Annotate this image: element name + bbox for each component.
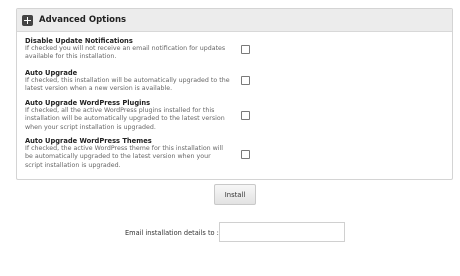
auto-upgrade-themes-checkbox[interactable]: [241, 150, 250, 159]
auto-upgrade-checkbox[interactable]: [241, 76, 250, 85]
expand-plus-icon[interactable]: [22, 14, 33, 26]
option-desc-line: latest version when a new version is ava…: [25, 85, 173, 93]
disable-update-notifications-checkbox[interactable]: [241, 45, 250, 54]
advanced-options-header[interactable]: Advanced Options: [17, 9, 452, 32]
option-description: If checked, the active WordPress theme f…: [25, 145, 250, 170]
option-desc-line: when your script installation is upgrade…: [25, 123, 156, 131]
panel-title: Advanced Options: [39, 15, 127, 25]
option-auto-upgrade-plugins: Auto Upgrade WordPress Plugins If checke…: [25, 99, 250, 132]
option-desc-line: If checked, the active WordPress theme f…: [25, 145, 224, 152]
option-description: If checked, all the active WordPress plu…: [25, 107, 250, 132]
option-description: If checked you will not receive an email…: [25, 45, 250, 62]
option-desc-line: installation will be automatically upgra…: [25, 115, 225, 123]
option-description: If checked, this installation will be au…: [25, 77, 250, 94]
option-title: Auto Upgrade WordPress Plugins: [25, 99, 151, 107]
option-desc-line: script installation is upgraded.: [25, 161, 121, 169]
option-title: Auto Upgrade WordPress Themes: [25, 137, 152, 145]
option-title: Auto Upgrade: [25, 69, 78, 77]
option-title: Disable Update Notifications: [25, 37, 133, 45]
email-label: Email installation details to :: [125, 229, 219, 237]
auto-upgrade-plugins-checkbox[interactable]: [241, 111, 250, 120]
option-auto-upgrade: Auto Upgrade If checked, this installati…: [25, 69, 250, 94]
option-desc-line: If checked you will not receive an email…: [25, 45, 226, 52]
option-desc-line: If checked, this installation will be au…: [25, 77, 230, 84]
advanced-options-panel: Advanced Options Disable Update Notifica…: [16, 8, 453, 180]
option-desc-line: be automatically upgraded to the latest …: [25, 153, 211, 161]
email-input[interactable]: [219, 222, 345, 242]
install-button[interactable]: Install: [214, 184, 256, 205]
option-desc-line: If checked, all the active WordPress plu…: [25, 107, 215, 114]
option-auto-upgrade-themes: Auto Upgrade WordPress Themes If checked…: [25, 137, 250, 170]
option-desc-line: available for this installation.: [25, 53, 117, 61]
option-disable-update-notifications: Disable Update Notifications If checked …: [25, 37, 250, 62]
